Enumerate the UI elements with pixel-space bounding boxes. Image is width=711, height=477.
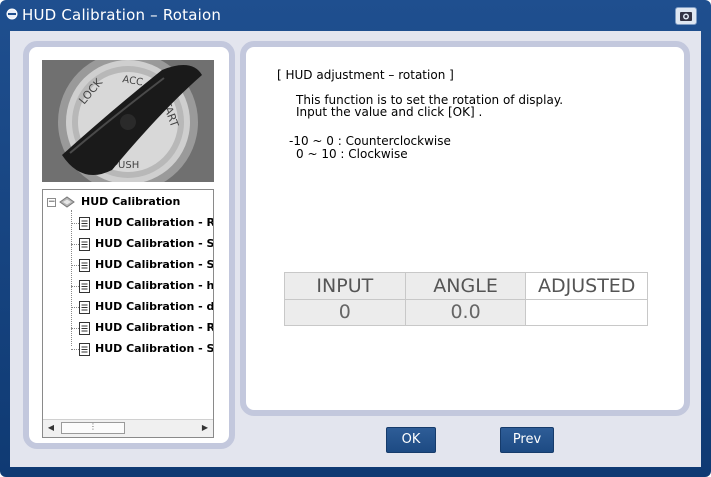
document-icon	[79, 217, 90, 230]
navigation-panel: LOCK ACC START PUSH − HUD Calibration HU…	[23, 41, 235, 449]
scrollbar-thumb[interactable]: ⋮	[61, 422, 125, 434]
document-icon	[79, 322, 90, 335]
document-icon	[79, 301, 90, 314]
window-title: HUD Calibration – Rotaion	[22, 6, 222, 24]
content-panel: [ HUD adjustment – rotation ] This funct…	[240, 41, 690, 416]
rotation-grid: INPUT ANGLE ADJUSTED 0 0.0	[284, 272, 648, 326]
app-icon	[6, 8, 18, 20]
tree-item-label: HUD Calibration - Ro	[95, 216, 214, 229]
adjusted-value-cell	[525, 298, 648, 326]
horizontal-scrollbar[interactable]: ◀ ⋮ ▶	[43, 419, 213, 437]
section-title: [ HUD adjustment – rotation ]	[277, 68, 454, 82]
angle-value-cell: 0.0	[404, 298, 527, 326]
tree-item-label: HUD Calibration - dis	[95, 300, 214, 313]
folder-icon	[59, 196, 75, 208]
range-clockwise: 0 ~ 10 : Clockwise	[296, 147, 408, 161]
input-value-cell[interactable]: 0	[284, 298, 406, 326]
tree-root-label: HUD Calibration	[81, 195, 181, 208]
camera-icon[interactable]	[675, 7, 697, 25]
range-counterclockwise: -10 ~ 0 : Counterclockwise	[289, 134, 451, 148]
client-area: LOCK ACC START PUSH − HUD Calibration HU…	[10, 31, 701, 467]
tree-item-label: HUD Calibration - Slo	[95, 258, 214, 271]
instruction-line-2: Input the value and click [OK] .	[296, 105, 483, 119]
header-input: INPUT	[284, 272, 406, 300]
ignition-key-image: LOCK ACC START PUSH	[42, 60, 214, 182]
document-icon	[79, 343, 90, 356]
scroll-left-icon[interactable]: ◀	[45, 422, 57, 434]
ok-button[interactable]: OK	[386, 427, 436, 453]
document-icon	[79, 259, 90, 272]
title-bar[interactable]: HUD Calibration – Rotaion	[0, 0, 711, 30]
header-adjusted: ADJUSTED	[525, 272, 648, 300]
header-angle: ANGLE	[404, 272, 527, 300]
tree-connector	[71, 210, 72, 346]
tree-item-label: HUD Calibration - Slo	[95, 342, 214, 355]
app-window: HUD Calibration – Rotaion LOCK ACC START…	[0, 0, 711, 477]
document-icon	[79, 280, 90, 293]
prev-button[interactable]: Prev	[500, 427, 554, 453]
tree-item-label: HUD Calibration - hor	[95, 279, 214, 292]
document-icon	[79, 238, 90, 251]
scroll-right-icon[interactable]: ▶	[199, 422, 211, 434]
tree-item-label: HUD Calibration - Sm	[95, 237, 214, 250]
tree-item-label: HUD Calibration - Re	[95, 321, 214, 334]
calibration-tree[interactable]: − HUD Calibration HUD Calibration - Ro H…	[42, 189, 214, 438]
collapse-icon[interactable]: −	[47, 198, 56, 207]
